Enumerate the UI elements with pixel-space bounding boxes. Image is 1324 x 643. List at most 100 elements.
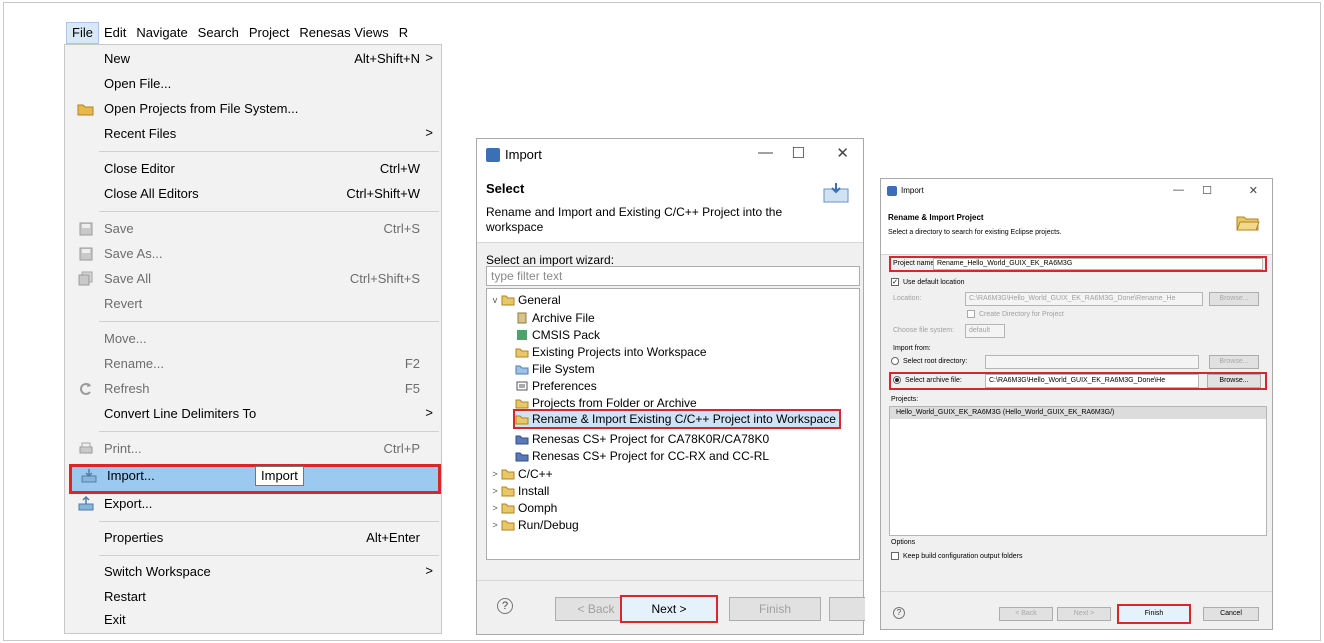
- back-button[interactable]: < Back: [999, 607, 1053, 621]
- menu-item-restart[interactable]: Restart: [65, 585, 441, 609]
- cancel-button[interactable]: Cancel: [1203, 607, 1259, 621]
- finish-button[interactable]: Finish: [729, 597, 821, 621]
- finish-button[interactable]: Finish: [1117, 604, 1191, 624]
- select-root-radio[interactable]: [891, 357, 899, 365]
- root-directory-input[interactable]: [985, 355, 1199, 369]
- tree-node-label: File System: [532, 361, 595, 376]
- help-icon[interactable]: ?: [893, 607, 905, 619]
- export-icon: [77, 495, 95, 512]
- menu-item-open-file[interactable]: Open File...: [65, 72, 441, 96]
- menu-separator: [99, 431, 439, 432]
- menu-item-label: Close Editor: [104, 161, 175, 176]
- tree-node-rename-import[interactable]: Rename & Import Existing C/C++ Project i…: [513, 409, 841, 429]
- tree-node-install[interactable]: > Install: [489, 482, 549, 499]
- menu-search[interactable]: Search: [193, 22, 244, 44]
- keep-build-checkbox[interactable]: [891, 552, 899, 560]
- menu-item-convert-line-delimiters[interactable]: Convert Line Delimiters To >: [65, 402, 441, 426]
- tree-node-oomph[interactable]: > Oomph: [489, 499, 557, 516]
- chevron-down-icon[interactable]: v: [489, 295, 501, 305]
- menu-item-save-all[interactable]: Save All Ctrl+Shift+S: [65, 267, 441, 291]
- menu-item-recent-files[interactable]: Recent Files >: [65, 122, 441, 146]
- chevron-right-icon[interactable]: >: [489, 469, 501, 479]
- menu-edit[interactable]: Edit: [99, 22, 131, 44]
- minimize-icon[interactable]: —: [758, 144, 773, 161]
- project-name-input[interactable]: Rename_Hello_World_GUIX_EK_RA6M3G: [933, 258, 1263, 270]
- menu-item-refresh[interactable]: Refresh F5: [65, 377, 441, 401]
- menu-item-accelerator: Alt+Shift+N: [354, 51, 420, 66]
- close-icon[interactable]: ✕: [1249, 184, 1258, 197]
- projects-label: Projects:: [891, 396, 919, 403]
- menu-item-properties[interactable]: Properties Alt+Enter: [65, 526, 441, 550]
- dialog-app-icon: [887, 186, 897, 196]
- menu-item-exit[interactable]: Exit: [65, 608, 441, 632]
- file-menu-dropdown: New Alt+Shift+N > Open File... Open Proj…: [64, 44, 442, 634]
- tree-node-label: Install: [518, 483, 550, 498]
- menu-item-close-all-editors[interactable]: Close All Editors Ctrl+Shift+W: [65, 182, 441, 206]
- select-archive-radio[interactable]: [893, 376, 901, 384]
- menu-item-accelerator: Alt+Enter: [366, 530, 420, 545]
- menu-item-print[interactable]: Print... Ctrl+P: [65, 437, 441, 461]
- next-button[interactable]: Next >: [620, 595, 718, 623]
- menu-bar: File Edit Navigate Search Project Renesa…: [66, 22, 442, 44]
- file-system-select[interactable]: default: [965, 324, 1005, 338]
- menu-item-save[interactable]: Save Ctrl+S: [65, 217, 441, 241]
- next-button[interactable]: Next >: [1057, 607, 1111, 621]
- chevron-right-icon[interactable]: >: [489, 486, 501, 496]
- menu-navigate[interactable]: Navigate: [131, 22, 192, 44]
- filter-input[interactable]: type filter text: [486, 266, 860, 286]
- menu-item-open-projects[interactable]: Open Projects from File System...: [65, 97, 441, 121]
- menu-separator: [99, 555, 439, 556]
- close-icon[interactable]: ✕: [836, 144, 849, 162]
- cancel-button-cropped[interactable]: [829, 597, 865, 621]
- tree-node-general[interactable]: v General: [489, 291, 561, 308]
- archive-icon: [515, 312, 529, 324]
- browse-location-button[interactable]: Browse...: [1209, 292, 1259, 306]
- menu-renesas-views[interactable]: Renesas Views: [294, 22, 393, 44]
- menu-file[interactable]: File: [66, 22, 99, 44]
- tree-node-cpp[interactable]: > C/C++: [489, 465, 552, 482]
- tree-node-renesas-ccrx[interactable]: Renesas CS+ Project for CC-RX and CC-RL: [515, 447, 769, 464]
- menu-item-label: Convert Line Delimiters To: [104, 406, 257, 421]
- renesas-icon: [515, 433, 529, 445]
- menu-item-rename[interactable]: Rename... F2: [65, 352, 441, 376]
- wizard-list-label: Select an import wizard:: [486, 253, 615, 267]
- menu-run-truncated[interactable]: R: [394, 22, 413, 44]
- menu-item-label: Save As...: [104, 246, 163, 261]
- maximize-icon[interactable]: ☐: [792, 144, 805, 162]
- maximize-icon[interactable]: ☐: [1202, 184, 1212, 197]
- menu-item-revert[interactable]: Revert: [65, 292, 441, 316]
- create-directory-checkbox[interactable]: [967, 310, 975, 318]
- menu-project[interactable]: Project: [244, 22, 294, 44]
- help-icon[interactable]: ?: [497, 598, 513, 614]
- menu-item-label: Refresh: [104, 381, 150, 396]
- tree-node-archive-file[interactable]: Archive File: [515, 309, 595, 326]
- chevron-right-icon[interactable]: >: [489, 520, 501, 530]
- tree-node-preferences[interactable]: Preferences: [515, 377, 597, 394]
- chevron-right-icon: >: [425, 50, 433, 65]
- minimize-icon[interactable]: —: [1173, 184, 1184, 196]
- menu-item-save-as[interactable]: Save As...: [65, 242, 441, 266]
- browse-archive-button[interactable]: Browse...: [1207, 374, 1261, 388]
- refresh-icon: [77, 381, 95, 397]
- menu-item-close-editor[interactable]: Close Editor Ctrl+W: [65, 157, 441, 181]
- use-default-location-checkbox[interactable]: ✓: [891, 278, 899, 286]
- tree-node-existing-projects[interactable]: Existing Projects into Workspace: [515, 343, 707, 360]
- menu-item-switch-workspace[interactable]: Switch Workspace >: [65, 560, 441, 584]
- chevron-right-icon[interactable]: >: [489, 503, 501, 513]
- archive-file-input[interactable]: C:\RA6M3G\Hello_World_GUIX_EK_RA6M3G_Don…: [985, 374, 1199, 388]
- filesystem-icon: [515, 363, 529, 375]
- browse-root-button[interactable]: Browse...: [1209, 355, 1259, 369]
- tree-node-cmsis-pack[interactable]: CMSIS Pack: [515, 326, 600, 343]
- project-name-label: Project name:: [893, 260, 937, 267]
- menu-item-accelerator: F2: [404, 356, 420, 371]
- list-item[interactable]: Hello_World_GUIX_EK_RA6M3G (Hello_World_…: [890, 407, 1266, 419]
- menu-item-accelerator: Ctrl+P: [383, 441, 420, 456]
- tree-node-renesas-ca78k0[interactable]: Renesas CS+ Project for CA78K0R/CA78K0: [515, 430, 769, 447]
- menu-item-new[interactable]: New Alt+Shift+N >: [65, 47, 441, 71]
- tree-node-run-debug[interactable]: > Run/Debug: [489, 516, 578, 533]
- tree-node-file-system[interactable]: File System: [515, 360, 595, 377]
- menu-item-export[interactable]: Export...: [65, 492, 441, 516]
- menu-item-move[interactable]: Move...: [65, 327, 441, 351]
- location-input[interactable]: C:\RA6M3G\Hello_World_GUIX_EK_RA6M3G_Don…: [965, 292, 1203, 306]
- folder-open-icon: [77, 101, 95, 117]
